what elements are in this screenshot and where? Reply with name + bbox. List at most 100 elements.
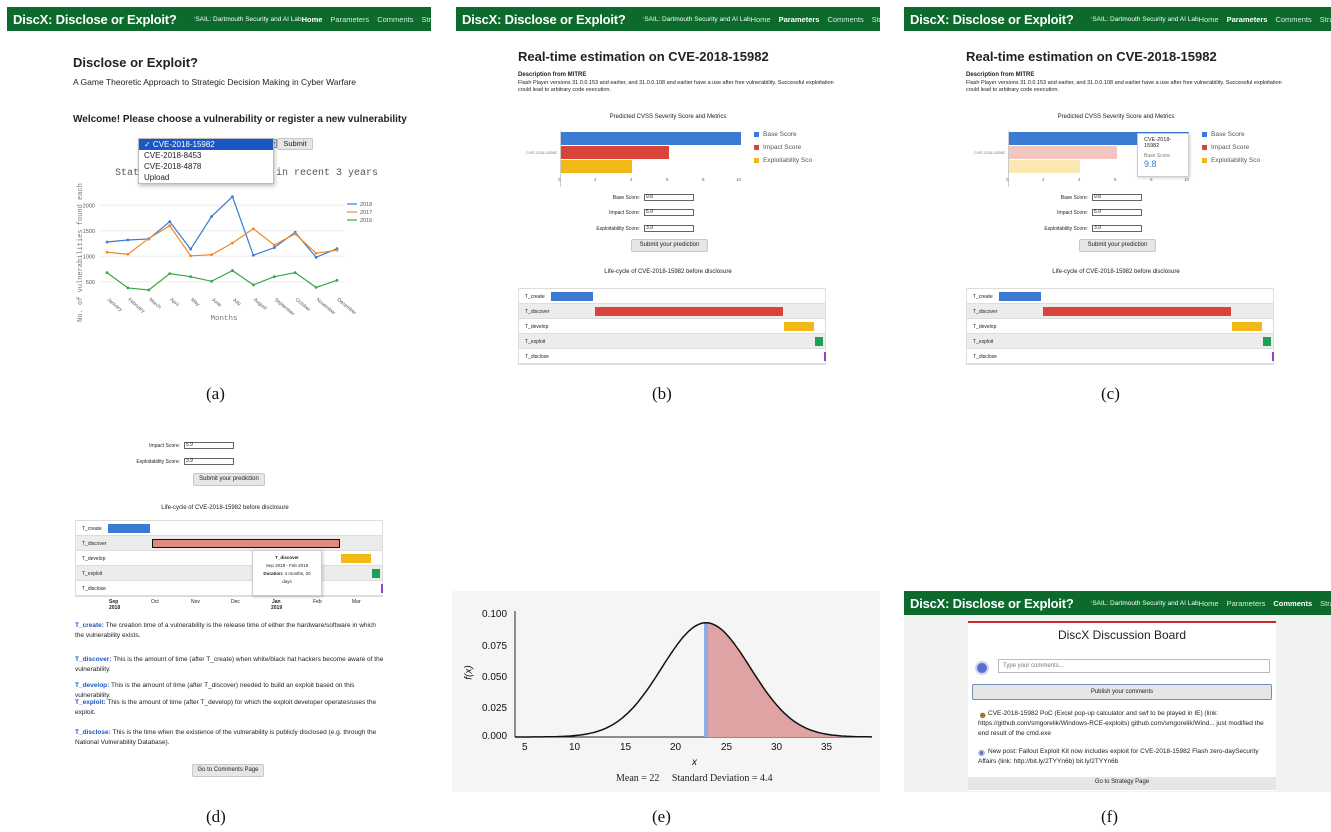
gantt-bar-disclose[interactable] bbox=[1272, 352, 1274, 361]
data-point bbox=[168, 224, 172, 228]
submit-prediction-button[interactable]: Submit your prediction bbox=[631, 239, 708, 252]
option-cve-2018-4878[interactable]: CVE-2018-4878 bbox=[139, 161, 273, 172]
nav-strategy[interactable]: Strategy bbox=[1320, 599, 1331, 608]
cvss-bar-chart bbox=[560, 131, 744, 187]
gantt-bar-discover[interactable] bbox=[595, 307, 783, 316]
caption-c: (c) bbox=[1101, 384, 1120, 403]
impact-score-input[interactable]: 5.9 bbox=[184, 442, 234, 449]
impact-score-input[interactable]: 5.9 bbox=[1092, 209, 1142, 216]
nav-comments[interactable]: Comments bbox=[377, 15, 413, 24]
publish-comments-button[interactable]: Publish your comments bbox=[972, 684, 1272, 700]
exploitability-score-input[interactable]: 3.9 bbox=[1092, 225, 1142, 232]
definition-discover: T_discover: This is the amount of time (… bbox=[75, 656, 384, 673]
nav-comments[interactable]: Comments bbox=[1275, 15, 1311, 24]
nav-strategy[interactable]: Strategy bbox=[872, 15, 880, 24]
gantt-bar-exploit[interactable] bbox=[1263, 337, 1271, 346]
base-score-input[interactable]: 9.8 bbox=[644, 194, 694, 201]
post-1: CVE-2018-15982 PoC (Excel pop-up calcula… bbox=[978, 710, 1264, 737]
brand[interactable]: DiscX: Disclose or Exploit? bbox=[910, 12, 1074, 27]
gantt-bar-disclose[interactable] bbox=[381, 584, 383, 593]
x-tick-label: September bbox=[273, 297, 296, 318]
brand[interactable]: DiscX: Disclose or Exploit? bbox=[13, 12, 177, 27]
gantt-bar-develop[interactable] bbox=[1232, 322, 1262, 331]
xtick: 20 bbox=[670, 742, 682, 753]
gantt-bar-develop[interactable] bbox=[341, 554, 371, 563]
chart-title-right: in recent 3 years bbox=[276, 168, 379, 179]
data-point bbox=[314, 251, 318, 255]
nav-home[interactable]: Home bbox=[1199, 15, 1219, 24]
xtick: 25 bbox=[721, 742, 733, 753]
option-cve-2018-8453[interactable]: CVE-2018-8453 bbox=[139, 150, 273, 161]
base-score-input[interactable]: 9.8 bbox=[1092, 194, 1142, 201]
lifecycle-gantt: T_create T_discover T_develop T_exploit … bbox=[966, 288, 1274, 365]
lab-name: DSAIL: Dartmouth Security and AI Lab bbox=[190, 15, 302, 23]
nav-strategy[interactable]: Strategy bbox=[421, 15, 431, 24]
vulnerability-select[interactable]: ✓ CVE-2018-15982 CVE-2018-8453 CVE-2018-… bbox=[138, 138, 274, 184]
nav-parameters[interactable]: Parameters bbox=[330, 15, 369, 24]
x-tick-label: June bbox=[210, 297, 222, 309]
option-cve-2018-15982[interactable]: ✓ CVE-2018-15982 bbox=[139, 139, 273, 150]
y-tick-label: 500 bbox=[86, 280, 95, 286]
gantt-row-disclose: T_disclose bbox=[519, 349, 826, 364]
comment-input[interactable]: Type your comments... bbox=[998, 659, 1270, 673]
gantt-bar-create[interactable] bbox=[551, 292, 593, 301]
data-point bbox=[231, 195, 234, 199]
nav-strategy[interactable]: Strategy bbox=[1320, 15, 1331, 24]
nav-comments[interactable]: Comments bbox=[827, 15, 863, 24]
page-title: Disclose or Exploit? bbox=[73, 55, 198, 70]
data-point bbox=[293, 271, 297, 275]
submit-button[interactable]: Submit bbox=[277, 138, 313, 150]
exploitability-score-input[interactable]: 3.9 bbox=[644, 225, 694, 232]
gantt-bar-disclose[interactable] bbox=[824, 352, 826, 361]
base-score-row: Base Score: 9.8 bbox=[584, 194, 694, 201]
legend-base: Base Score bbox=[754, 131, 797, 138]
gantt-bar-create[interactable] bbox=[108, 524, 150, 533]
ytick: 0.075 bbox=[482, 641, 508, 652]
lab-name: DSAIL: Dartmouth Security and AI Lab bbox=[1087, 15, 1199, 23]
x-tick-label: August bbox=[252, 297, 268, 312]
x-tick-label: July bbox=[231, 297, 242, 308]
board-title: DiscX Discussion Board bbox=[1057, 628, 1187, 642]
submit-prediction-button[interactable]: Submit your prediction bbox=[193, 473, 265, 486]
nav-home[interactable]: Home bbox=[1199, 599, 1219, 608]
data-point bbox=[105, 240, 109, 244]
go-to-comments-button[interactable]: Go to Comments Page bbox=[192, 764, 264, 777]
x-tick-label: December bbox=[336, 297, 358, 317]
gantt-bar-develop[interactable] bbox=[784, 322, 814, 331]
nav-parameters[interactable]: Parameters bbox=[1227, 15, 1268, 24]
submit-prediction-button[interactable]: Submit your prediction bbox=[1079, 239, 1156, 252]
nav-parameters[interactable]: Parameters bbox=[1227, 599, 1266, 608]
exploitability-score-input[interactable]: 3.9 bbox=[184, 458, 234, 465]
brand[interactable]: DiscX: Disclose or Exploit? bbox=[910, 596, 1074, 611]
impact-score-input[interactable]: 5.9 bbox=[644, 209, 694, 216]
xtick: 30 bbox=[771, 742, 783, 753]
data-point bbox=[126, 238, 130, 242]
xtick: 35 bbox=[821, 742, 833, 753]
nav-home[interactable]: Home bbox=[751, 15, 771, 24]
caption-e: (e) bbox=[652, 807, 671, 826]
nav-parameters[interactable]: Parameters bbox=[779, 15, 820, 24]
nav-comments[interactable]: Comments bbox=[1273, 599, 1312, 608]
discover-tooltip: T_discover Sep 2018 - Feb 2019 Duration:… bbox=[252, 550, 322, 596]
page-title: Real-time estimation on CVE-2018-15982 bbox=[966, 49, 1217, 64]
navbar: DiscX: Disclose or Exploit? DSAIL: Dartm… bbox=[456, 7, 880, 31]
data-point bbox=[189, 247, 193, 251]
data-point bbox=[168, 220, 172, 224]
nav-home[interactable]: Home bbox=[302, 15, 323, 24]
gantt-bar-discover[interactable] bbox=[152, 539, 340, 548]
brand[interactable]: DiscX: Disclose or Exploit? bbox=[462, 12, 626, 27]
gantt-bar-exploit[interactable] bbox=[372, 569, 380, 578]
post-2: New post: Fallout Exploit Kit now includ… bbox=[978, 748, 1259, 765]
option-upload[interactable]: Upload bbox=[139, 172, 273, 183]
x-axis-label: x bbox=[692, 757, 697, 768]
x-tick-label: January bbox=[106, 297, 124, 313]
ytick: 0.100 bbox=[482, 609, 508, 620]
gantt-bar-exploit[interactable] bbox=[815, 337, 823, 346]
legend-base: Base Score bbox=[1202, 131, 1245, 138]
stats-text: Mean = 22 Standard Deviation = 4.4 bbox=[616, 773, 773, 784]
go-to-strategy-button[interactable]: Go to Strategy Page bbox=[968, 777, 1276, 790]
gantt-bar-create[interactable] bbox=[999, 292, 1041, 301]
lab-name: DSAIL: Dartmouth Security and AI Lab bbox=[1087, 599, 1199, 607]
gantt-row-discover: T_discover bbox=[967, 304, 1273, 319]
gantt-bar-discover[interactable] bbox=[1043, 307, 1231, 316]
